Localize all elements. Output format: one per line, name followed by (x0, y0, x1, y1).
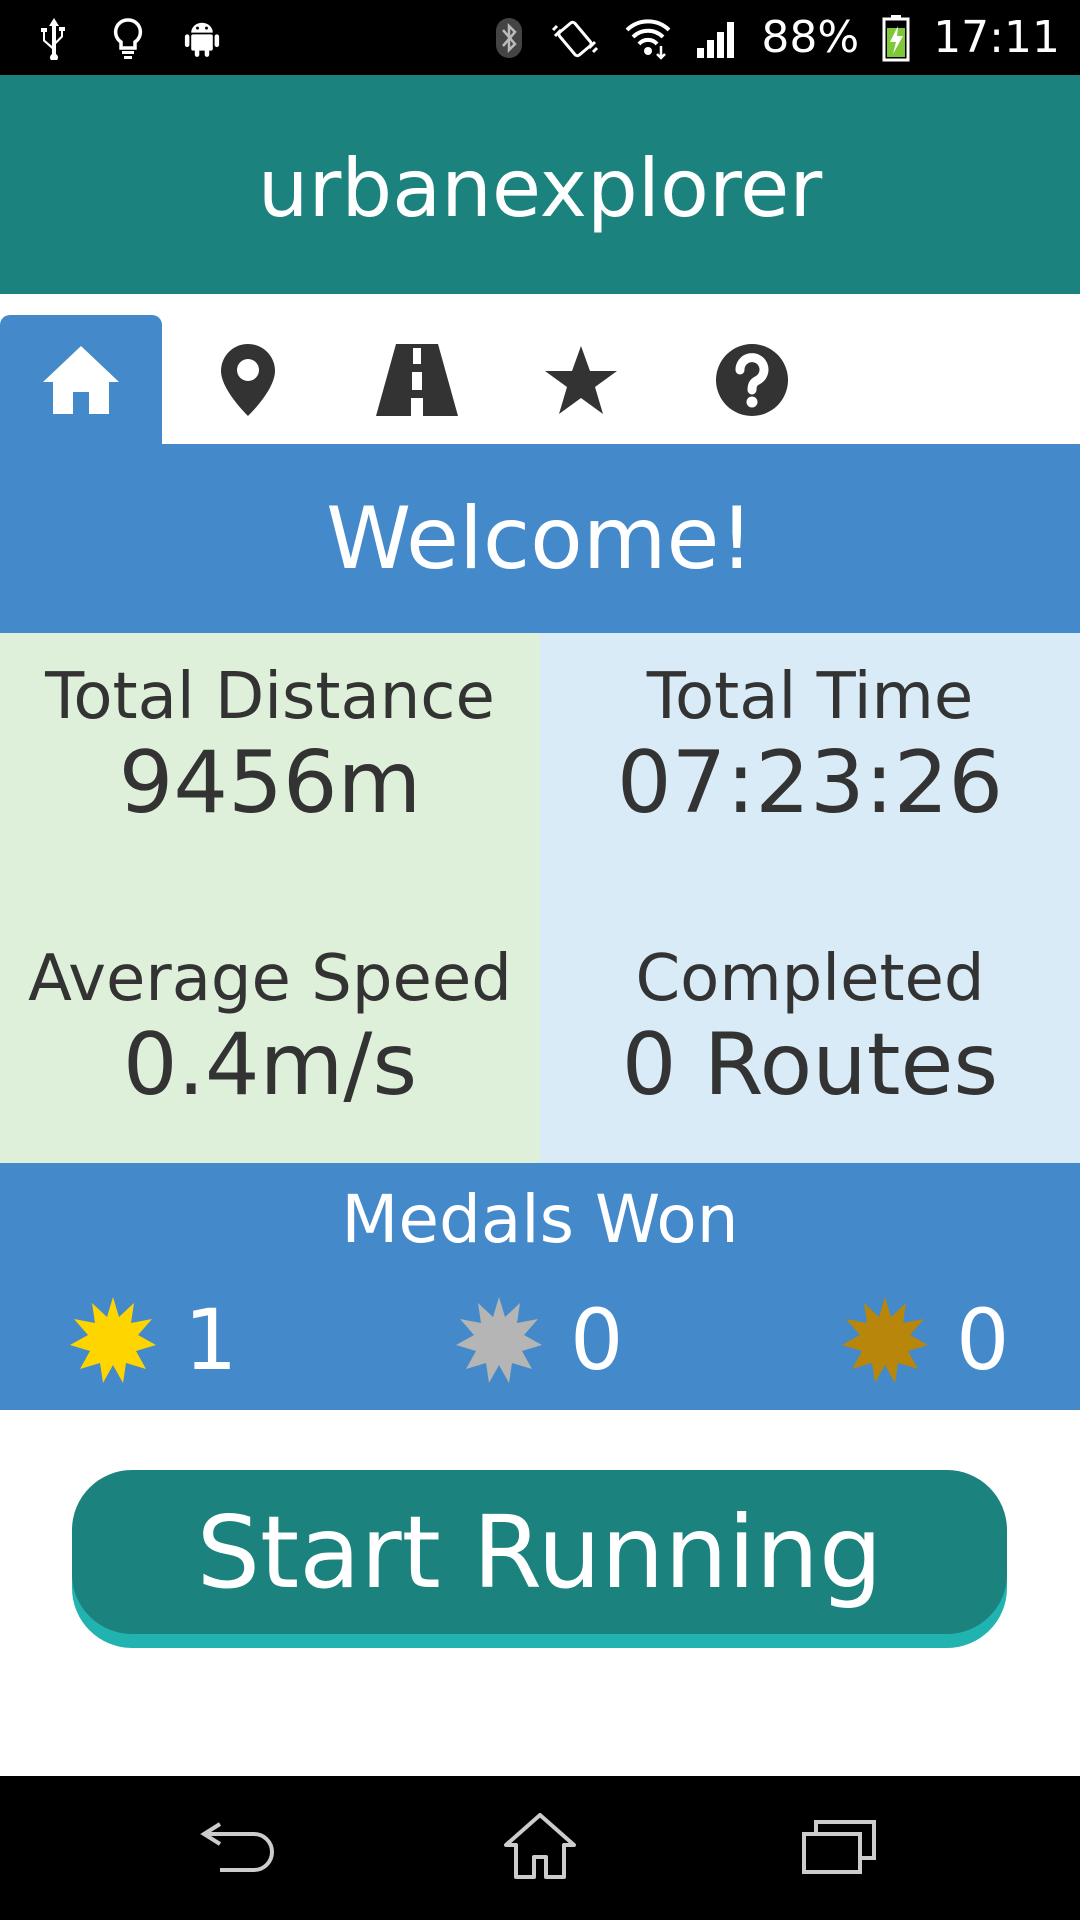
stats-panel: Total Distance 9456m Average Speed 0.4m/… (0, 633, 1080, 1163)
road-icon (376, 343, 458, 416)
recents-button[interactable] (795, 1806, 885, 1886)
gold-medal: 1 (68, 1290, 237, 1390)
total-distance-value: 9456m (118, 733, 422, 833)
silver-medal-icon (456, 1297, 542, 1383)
completed-label: Completed (635, 942, 985, 1016)
start-running-button[interactable]: Start Running (72, 1470, 1007, 1634)
bronze-medal: 0 (840, 1290, 1009, 1390)
medals-title: Medals Won (341, 1181, 739, 1258)
medals-panel: Medals Won 1 0 0 (0, 1163, 1080, 1410)
welcome-banner: Welcome! (0, 444, 1080, 633)
total-time-value: 07:23:26 (616, 733, 1004, 833)
silver-medal: 0 (454, 1290, 623, 1390)
bulb-icon (110, 16, 146, 60)
tab-routes[interactable] (336, 315, 498, 444)
stats-right-column: Total Time 07:23:26 Completed 0 Routes (540, 633, 1080, 1163)
completed-stat: Completed 0 Routes (540, 943, 1080, 1115)
gold-medal-icon (70, 1297, 156, 1383)
total-distance-label: Total Distance (45, 660, 495, 734)
average-speed-stat: Average Speed 0.4m/s (0, 943, 540, 1115)
welcome-text: Welcome! (326, 488, 754, 589)
wifi-icon (623, 16, 673, 60)
battery-charging-icon (881, 14, 911, 61)
total-time-label: Total Time (646, 660, 974, 734)
bronze-medal-icon (842, 1297, 928, 1383)
completed-value: 0 Routes (621, 1015, 999, 1115)
tab-map[interactable] (167, 315, 329, 444)
android-icon (184, 16, 220, 60)
total-distance-stat: Total Distance 9456m (0, 661, 540, 833)
system-nav-bar (0, 1776, 1080, 1920)
home-icon (43, 345, 119, 414)
vibrate-icon (549, 16, 601, 60)
signal-icon (695, 16, 739, 60)
map-pin-icon (221, 343, 275, 416)
tab-home[interactable] (0, 315, 162, 444)
status-bar: 88% 17:11 (0, 0, 1080, 75)
star-icon (545, 345, 617, 414)
bluetooth-icon (491, 16, 527, 60)
home-nav-icon (504, 1813, 576, 1879)
usb-icon (36, 16, 72, 60)
help-icon (716, 343, 788, 416)
recents-icon (802, 1820, 876, 1874)
back-icon (200, 1822, 274, 1872)
start-running-label: Start Running (196, 1493, 883, 1611)
stats-left-column: Total Distance 9456m Average Speed 0.4m/… (0, 633, 540, 1163)
silver-medal-count: 0 (570, 1291, 624, 1389)
app-title: urbanexplorer (257, 142, 823, 235)
back-button[interactable] (195, 1806, 285, 1886)
average-speed-label: Average Speed (28, 942, 512, 1016)
total-time-stat: Total Time 07:23:26 (540, 661, 1080, 833)
app-header: urbanexplorer (0, 75, 1080, 294)
clock: 17:11 (933, 12, 1060, 63)
gold-medal-count: 1 (184, 1291, 238, 1389)
home-nav-button[interactable] (495, 1806, 585, 1886)
battery-percent: 88% (761, 12, 860, 63)
average-speed-value: 0.4m/s (122, 1015, 418, 1115)
bronze-medal-count: 0 (956, 1291, 1010, 1389)
tab-favorites[interactable] (500, 315, 662, 444)
tab-help[interactable] (671, 315, 833, 444)
tab-bar (0, 294, 1080, 444)
